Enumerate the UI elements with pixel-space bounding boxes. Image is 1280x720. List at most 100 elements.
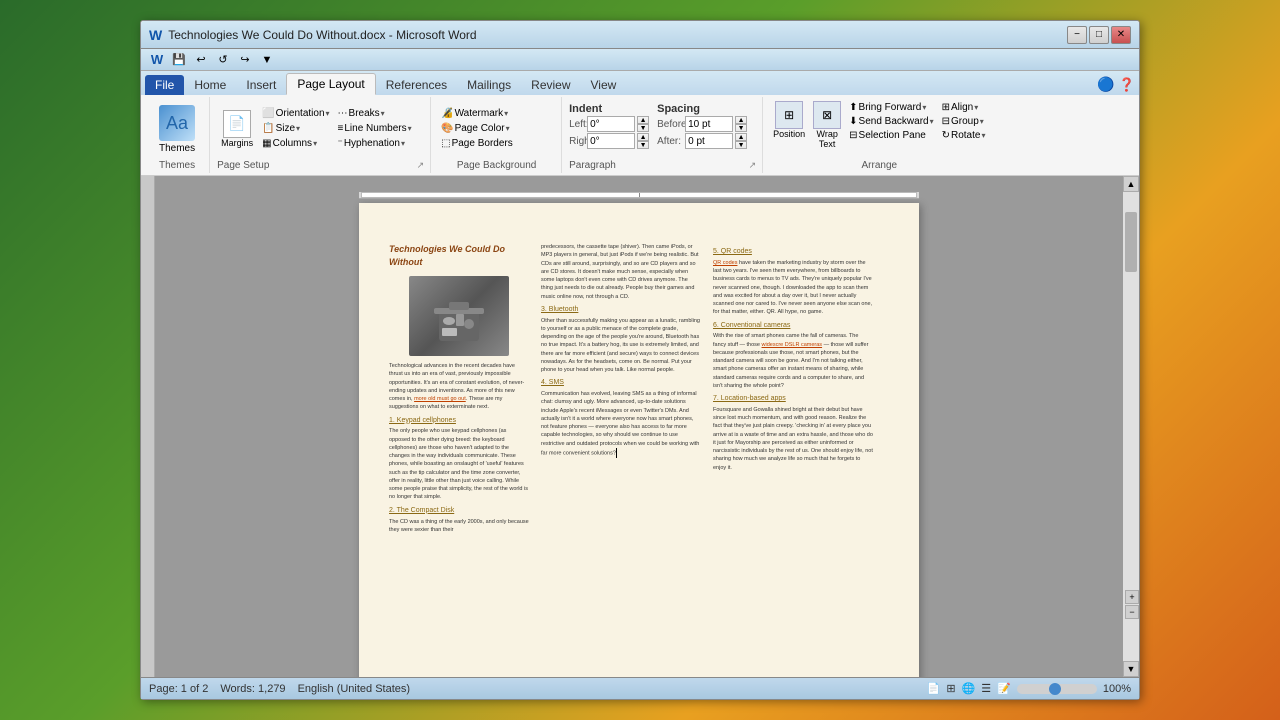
themes-button[interactable]: Aa Themes	[153, 101, 201, 158]
wrap-text-button[interactable]: ⊠ Wrap Text	[810, 99, 844, 151]
wrap-text-label: Wrap	[816, 129, 837, 139]
indent-left-down-button[interactable]: ▼	[637, 124, 649, 132]
columns-button[interactable]: ▦ Columns ▾	[259, 137, 332, 150]
columns-icon: ▦	[262, 138, 271, 149]
tab-insert[interactable]: Insert	[236, 75, 286, 95]
tab-file[interactable]: File	[145, 75, 184, 95]
minimize-button[interactable]: −	[1067, 26, 1087, 44]
zoom-thumb[interactable]	[1049, 683, 1061, 695]
zoom-slider[interactable]	[1017, 684, 1097, 694]
main-area: Technologies We Could Do Without	[141, 176, 1139, 677]
spacing-after-up-button[interactable]: ▲	[735, 133, 747, 141]
tab-mailings[interactable]: Mailings	[457, 75, 521, 95]
spacing-before-up-button[interactable]: ▲	[735, 116, 747, 124]
bring-forward-label: Bring Forward	[859, 102, 922, 113]
page-background-group: 🔏 Watermark ▾ 🎨 Page Color ▾ ⬚ Page Bord…	[432, 97, 562, 173]
align-icon: ⊞	[942, 102, 950, 113]
page-borders-button[interactable]: ⬚ Page Borders	[438, 137, 516, 150]
page-color-icon: 🎨	[441, 123, 453, 134]
spacing-before-down-button[interactable]: ▼	[735, 124, 747, 132]
text-3: Other than successfully making you appea…	[541, 317, 701, 375]
document-area[interactable]: Technologies We Could Do Without	[155, 176, 1123, 677]
indent-left-up-button[interactable]: ▲	[637, 116, 649, 124]
spacing-after-down-button[interactable]: ▼	[735, 141, 747, 149]
rotate-icon: ↻	[942, 130, 950, 141]
page-setup-label-row: Page Setup ↗	[217, 158, 424, 173]
scroll-up-button[interactable]: ▲	[1123, 176, 1139, 192]
margins-icon: 📄	[223, 110, 251, 138]
view-outline-btn[interactable]: ☰	[981, 682, 991, 695]
arrange-right-btns: ⬆ Bring Forward ▾ ⬇ Send Backward ▾ ⊟ Se…	[846, 99, 936, 142]
view-fullscreen-btn[interactable]: ⊞	[946, 682, 955, 695]
columns-arrow-icon: ▾	[313, 139, 317, 148]
zoom-in-button[interactable]: +	[1125, 590, 1139, 604]
tab-references[interactable]: References	[376, 75, 457, 95]
size-button[interactable]: 📋 Size ▾	[259, 122, 332, 135]
bring-forward-button[interactable]: ⬆ Bring Forward ▾	[846, 101, 936, 114]
office-button[interactable]: 🔵	[1097, 76, 1114, 93]
indent-right-value: 0°	[590, 136, 600, 147]
help-button[interactable]: ❓	[1119, 77, 1135, 93]
page-setup-expand-icon[interactable]: ↗	[417, 160, 425, 171]
paragraph-expand-icon[interactable]: ↗	[749, 160, 757, 171]
restore-button[interactable]: □	[1089, 26, 1109, 44]
tab-review[interactable]: Review	[521, 75, 580, 95]
page-color-button[interactable]: 🎨 Page Color ▾	[438, 122, 516, 135]
tab-home[interactable]: Home	[184, 75, 236, 95]
paragraph-group-label: Paragraph	[569, 158, 616, 173]
margins-button[interactable]: 📄 Margins	[217, 108, 257, 150]
view-web-btn[interactable]: 🌐	[962, 682, 976, 695]
bring-forward-icon: ⬆	[849, 102, 857, 113]
text-4: Communication has evolved, leaving SMS a…	[541, 390, 701, 458]
indent-right-up-button[interactable]: ▲	[637, 133, 649, 141]
hyphenation-arrow-icon: ▾	[401, 139, 405, 148]
tab-page-layout[interactable]: Page Layout	[286, 73, 375, 95]
send-backward-button[interactable]: ⬇ Send Backward ▾	[846, 115, 936, 128]
view-print-btn[interactable]: 📄	[927, 682, 941, 695]
rotate-button[interactable]: ↻ Rotate ▾	[939, 129, 989, 142]
orientation-button[interactable]: ⬜ Orientation ▾	[259, 107, 332, 120]
window-title: Technologies We Could Do Without.docx - …	[168, 28, 476, 42]
selection-pane-button[interactable]: ⊟ Selection Pane	[846, 129, 936, 142]
document-image	[409, 276, 509, 356]
align-button[interactable]: ⊞ Align ▾	[939, 101, 989, 114]
line-numbers-button[interactable]: ≡ Line Numbers ▾	[335, 122, 415, 135]
page-bg-btns: 🔏 Watermark ▾ 🎨 Page Color ▾ ⬚ Page Bord…	[438, 107, 516, 150]
tab-view[interactable]: View	[581, 75, 627, 95]
ribbon-tab-bar: File Home Insert Page Layout References …	[141, 71, 1139, 95]
heading-3: 3. Bluetooth	[541, 305, 701, 315]
selection-pane-icon: ⊟	[849, 130, 857, 141]
undo-button[interactable]: ↩	[191, 51, 211, 69]
document-page[interactable]: Technologies We Could Do Without	[359, 203, 919, 677]
page-setup-group-label: Page Setup	[217, 158, 269, 173]
status-bar-right: 📄 ⊞ 🌐 ☰ 📝 100%	[927, 682, 1131, 695]
save-button[interactable]: 💾	[169, 51, 189, 69]
language-info: English (United States)	[298, 683, 411, 695]
zoom-out-button[interactable]: −	[1125, 605, 1139, 619]
spacing-after-spinner: ▲ ▼	[735, 133, 747, 149]
scroll-thumb[interactable]	[1125, 212, 1137, 272]
group-button[interactable]: ⊟ Group ▾	[939, 115, 989, 128]
group-arrow-icon: ▾	[980, 117, 984, 126]
view-draft-btn[interactable]: 📝	[997, 682, 1011, 695]
size-arrow-icon: ▾	[296, 124, 300, 133]
paragraph-label-row: Paragraph ↗	[569, 158, 756, 173]
group-label: Group	[951, 116, 979, 127]
scroll-down-button[interactable]: ▼	[1123, 661, 1139, 677]
customize-quick-access-button[interactable]: ▼	[257, 51, 277, 69]
indent-left-input[interactable]: 0°	[587, 116, 635, 132]
position-button[interactable]: ⊞ Position	[770, 99, 808, 141]
spacing-after-input[interactable]: 0 pt	[685, 133, 733, 149]
indent-right-row: Right: 0° ▲ ▼	[569, 133, 649, 149]
redo-button[interactable]: ↪	[235, 51, 255, 69]
indent-right-input[interactable]: 0°	[587, 133, 635, 149]
page-setup-btns2: ⋯ Breaks ▾ ≡ Line Numbers ▾ ⁻ Hyphenatio…	[335, 107, 415, 150]
close-button[interactable]: ✕	[1111, 26, 1131, 44]
breaks-button[interactable]: ⋯ Breaks ▾	[335, 107, 415, 120]
spacing-after-value: 0 pt	[688, 136, 705, 147]
indent-right-down-button[interactable]: ▼	[637, 141, 649, 149]
hyphenation-button[interactable]: ⁻ Hyphenation ▾	[335, 137, 415, 150]
intro-text: Technological advances in the recent dec…	[389, 362, 529, 412]
watermark-button[interactable]: 🔏 Watermark ▾	[438, 107, 516, 120]
spacing-before-input[interactable]: 10 pt	[685, 116, 733, 132]
